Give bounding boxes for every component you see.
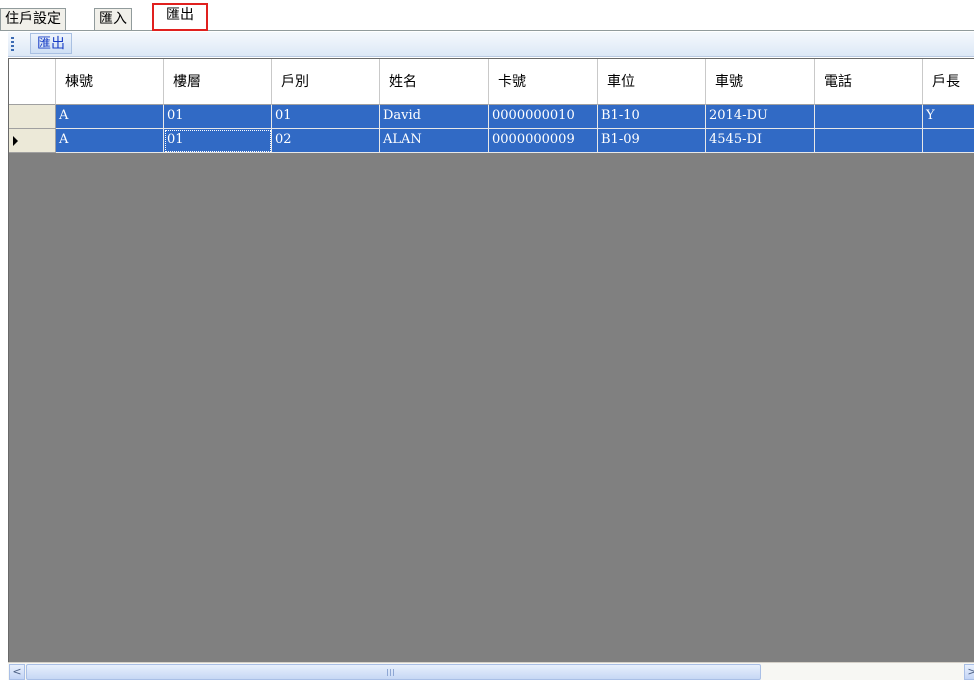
table-cell[interactable]: 4545-DI: [706, 129, 815, 153]
table-cell[interactable]: [815, 129, 923, 153]
tab-import[interactable]: 匯入: [94, 8, 132, 30]
column-header-parking-space[interactable]: 車位: [598, 59, 706, 105]
tab-strip: 住戶設定 匯入 匯出: [0, 0, 974, 31]
table-cell[interactable]: 0000000010: [489, 105, 598, 129]
column-header-plate-number[interactable]: 車號: [706, 59, 815, 105]
table-row[interactable]: A 01 02 ALAN 0000000009 B1-09 4545-DI: [9, 129, 974, 153]
tab-export[interactable]: 匯出: [152, 3, 208, 31]
table-cell[interactable]: A: [56, 105, 164, 129]
table-cell[interactable]: B1-09: [598, 129, 706, 153]
column-header-building[interactable]: 棟號: [56, 59, 164, 105]
column-header-card-number[interactable]: 卡號: [489, 59, 598, 105]
column-header-floor[interactable]: 樓層: [164, 59, 272, 105]
grid-header: 棟號 樓層 戶別 姓名 卡號 車位 車號 電話 戶長: [9, 59, 974, 105]
column-header-phone[interactable]: 電話: [815, 59, 923, 105]
column-header-household-head[interactable]: 戶長: [923, 59, 974, 105]
table-cell[interactable]: B1-10: [598, 105, 706, 129]
column-header-unit[interactable]: 戶別: [272, 59, 380, 105]
data-grid[interactable]: 棟號 樓層 戶別 姓名 卡號 車位 車號 電話 戶長 A 01 01 David…: [8, 58, 974, 680]
tab-residents-settings[interactable]: 住戶設定: [0, 8, 66, 30]
table-cell[interactable]: [923, 129, 974, 153]
scrollbar-grip-icon: [387, 669, 395, 676]
table-cell[interactable]: [815, 105, 923, 129]
scroll-right-icon[interactable]: >: [964, 664, 974, 680]
horizontal-scrollbar[interactable]: < >: [8, 662, 974, 680]
table-cell-focused[interactable]: 01: [164, 129, 272, 153]
tab-strip-baseline: [0, 30, 974, 31]
table-cell[interactable]: A: [56, 129, 164, 153]
row-header[interactable]: [9, 105, 56, 129]
current-row-indicator-icon: [13, 136, 18, 146]
table-cell[interactable]: David: [380, 105, 489, 129]
column-header-name[interactable]: 姓名: [380, 59, 489, 105]
table-cell[interactable]: 0000000009: [489, 129, 598, 153]
table-cell[interactable]: 02: [272, 129, 380, 153]
export-button[interactable]: 匯出: [30, 33, 72, 54]
header-corner[interactable]: [9, 59, 56, 105]
table-cell[interactable]: ALAN: [380, 129, 489, 153]
table-cell[interactable]: 01: [272, 105, 380, 129]
toolbar-grip-icon[interactable]: [11, 37, 14, 51]
row-header[interactable]: [9, 129, 56, 153]
table-cell[interactable]: 01: [164, 105, 272, 129]
scroll-left-icon[interactable]: <: [9, 664, 25, 680]
table-cell[interactable]: Y: [923, 105, 974, 129]
toolbar: 匯出: [8, 32, 974, 57]
table-cell[interactable]: 2014-DU: [706, 105, 815, 129]
table-row[interactable]: A 01 01 David 0000000010 B1-10 2014-DU Y: [9, 105, 974, 129]
scrollbar-thumb[interactable]: [26, 664, 761, 680]
